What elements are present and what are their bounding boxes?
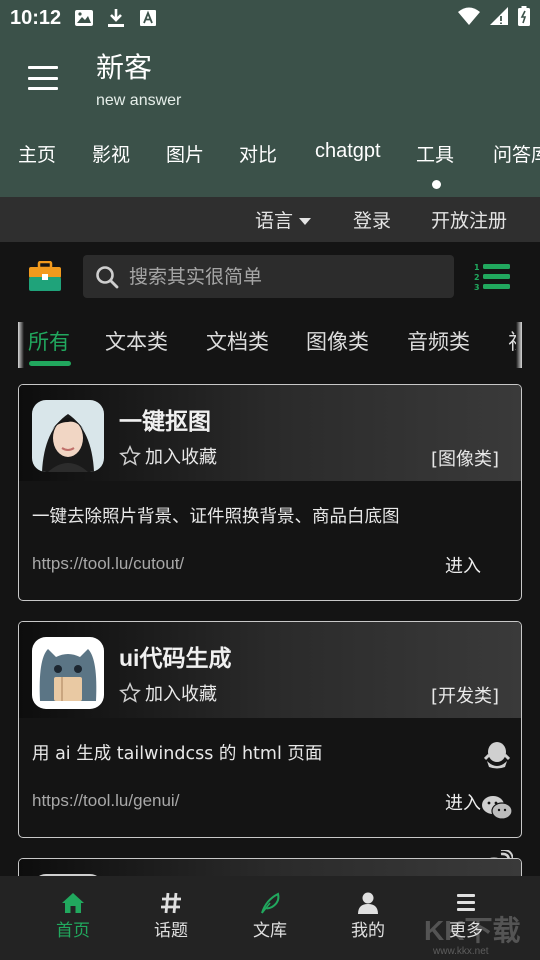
caret-down-icon <box>299 218 312 225</box>
nav-topics[interactable]: 话题 <box>131 892 211 941</box>
favorite-label: 加入收藏 <box>145 684 217 705</box>
search-bar <box>83 255 454 298</box>
download-icon <box>107 9 125 27</box>
card-url[interactable]: https://tool.lu/genui/ <box>32 791 179 811</box>
wechat-share-icon[interactable] <box>481 795 513 825</box>
nav-library[interactable]: 文库 <box>230 892 310 941</box>
tool-card[interactable]: 一键抠图 加入收藏 [图像类] 一键去除照片背景、证件照换背景、商品白底图 ht… <box>18 384 522 601</box>
wifi-icon <box>458 7 480 29</box>
qq-share-icon[interactable] <box>483 741 511 773</box>
status-time: 10:12 <box>10 6 62 29</box>
font-icon <box>139 9 157 27</box>
battery-icon <box>518 6 530 30</box>
menu-line <box>28 76 58 80</box>
register-link[interactable]: 开放注册 <box>431 206 507 233</box>
nav-home-label: 首页 <box>56 921 90 941</box>
svg-text:3: 3 <box>474 283 480 292</box>
nav-profile-label: 我的 <box>351 921 385 941</box>
nav-library-label: 文库 <box>253 921 287 941</box>
category-tab-audio[interactable]: 音频类 <box>407 326 470 356</box>
nav-home[interactable]: 首页 <box>33 892 113 941</box>
tool-avatar-mascot <box>32 637 104 709</box>
tab-qa-library[interactable]: 问答库 <box>493 140 540 167</box>
nav-topics-label: 话题 <box>154 921 188 941</box>
sim-icon <box>490 7 508 29</box>
card-url[interactable]: https://tool.lu/cutout/ <box>32 554 184 574</box>
language-dropdown[interactable]: 语言 <box>255 206 312 233</box>
tab-tools[interactable]: 工具 <box>416 140 454 167</box>
image-icon <box>75 9 94 27</box>
search-icon <box>95 265 119 289</box>
enter-button[interactable]: 进入 <box>445 552 481 578</box>
card-description: 一键去除照片背景、证件照换背景、商品白底图 <box>32 507 400 527</box>
hashtag-icon <box>159 892 183 914</box>
search-input[interactable] <box>129 255 439 298</box>
home-icon <box>61 892 85 914</box>
watermark-url: www.kkx.net <box>433 946 489 957</box>
feather-icon <box>258 892 282 914</box>
app-subtitle: new answer <box>96 92 182 109</box>
top-nav-tabs: 主页 影视 图片 对比 chatgpt 工具 问答库 <box>0 140 540 180</box>
tool-avatar-portrait <box>32 400 104 472</box>
scroll-fade-right <box>516 322 522 368</box>
tab-movies[interactable]: 影视 <box>92 140 130 167</box>
favorite-label: 加入收藏 <box>145 447 217 468</box>
app-title: 新客 <box>96 51 153 84</box>
toolbox-icon[interactable] <box>29 260 61 291</box>
card-category: [开发类] <box>430 686 499 707</box>
tab-home[interactable]: 主页 <box>18 140 56 167</box>
user-icon <box>356 892 380 914</box>
category-tab-document[interactable]: 文档类 <box>206 326 269 356</box>
card-category: [图像类] <box>430 449 499 470</box>
watermark-logo: KK下载 <box>424 915 521 946</box>
ordered-list-icon[interactable]: 1 2 3 <box>474 262 510 292</box>
app-header: 新客 new answer 主页 影视 图片 对比 chatgpt 工具 问答库 <box>0 36 540 197</box>
nav-profile[interactable]: 我的 <box>328 892 408 941</box>
active-category-underline <box>29 361 71 366</box>
account-bar: 语言 登录 开放注册 <box>0 197 540 242</box>
category-tab-all[interactable]: 所有 <box>28 326 70 356</box>
add-favorite-button[interactable]: 加入收藏 <box>119 443 217 469</box>
svg-text:2: 2 <box>474 273 480 282</box>
card-description: 用 ai 生成 tailwindcss 的 html 页面 <box>32 744 323 764</box>
active-tab-indicator <box>432 180 441 189</box>
enter-button[interactable]: 进入 <box>445 789 481 815</box>
menu-line <box>28 66 58 69</box>
hamburger-menu-button[interactable] <box>28 66 58 90</box>
category-tabs: 所有 文本类 文档类 图像类 音频类 视频类 <box>18 320 522 368</box>
card-title: ui代码生成 <box>119 645 232 671</box>
tab-chatgpt[interactable]: chatgpt <box>315 140 381 163</box>
scroll-fade-left <box>18 322 24 368</box>
star-outline-icon <box>119 682 141 703</box>
tool-card[interactable]: ui代码生成 加入收藏 [开发类] 用 ai 生成 tailwindcss 的 … <box>18 621 522 838</box>
svg-text:1: 1 <box>474 263 480 272</box>
category-tab-image[interactable]: 图像类 <box>306 326 369 356</box>
category-tab-text[interactable]: 文本类 <box>105 326 168 356</box>
star-outline-icon <box>119 445 141 466</box>
tab-images[interactable]: 图片 <box>166 140 204 167</box>
language-label: 语言 <box>255 210 294 232</box>
status-bar: 10:12 <box>0 0 540 36</box>
menu-line <box>28 87 58 90</box>
card-title: 一键抠图 <box>119 409 211 435</box>
add-favorite-button[interactable]: 加入收藏 <box>119 680 217 706</box>
tab-compare[interactable]: 对比 <box>239 140 277 167</box>
login-link[interactable]: 登录 <box>353 206 391 233</box>
